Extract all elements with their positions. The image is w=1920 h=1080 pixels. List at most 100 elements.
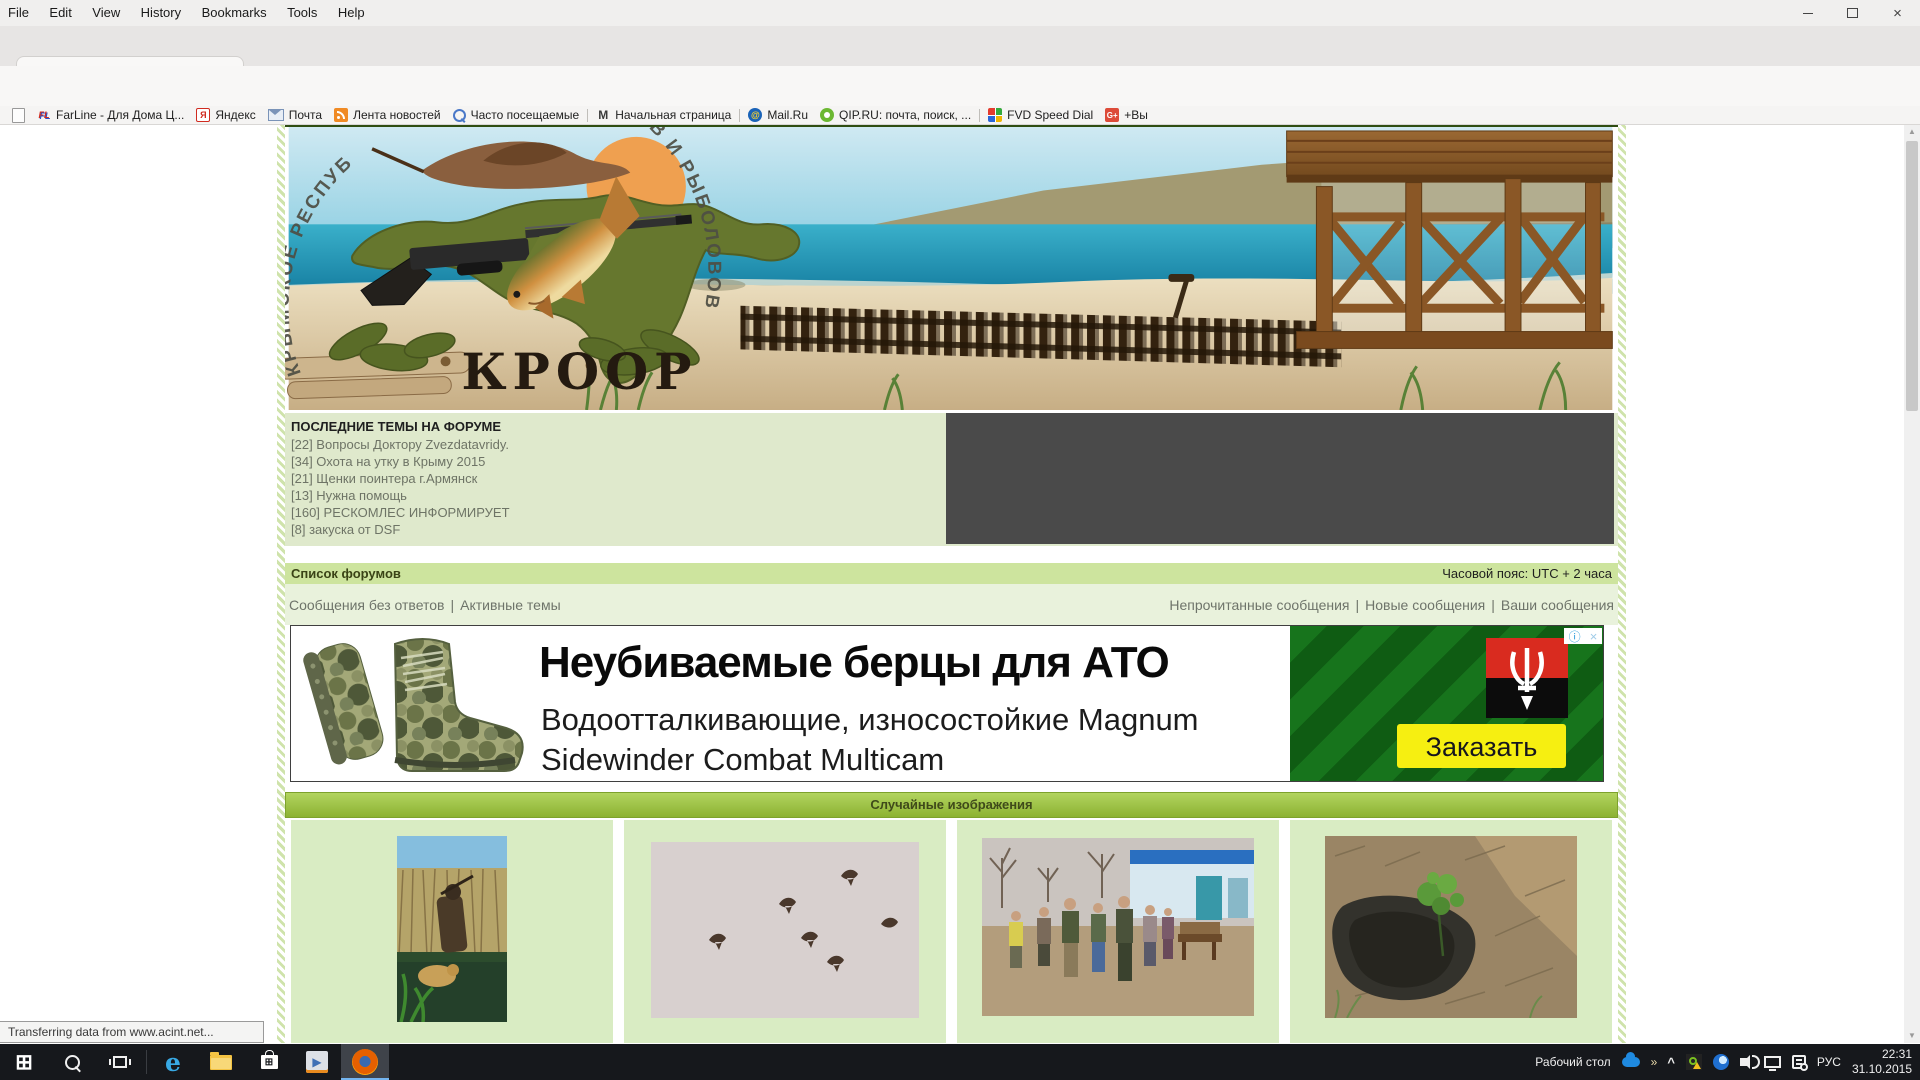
bookmark-item-qip[interactable]: QIP.RU: почта, поиск, ... <box>814 107 977 124</box>
bookmark-item-mailru[interactable]: @Mail.Ru <box>742 107 814 124</box>
taskbar-media-player-button[interactable]: ▶ <box>293 1044 341 1080</box>
restore-button[interactable] <box>1830 0 1875 26</box>
minimize-icon <box>1803 13 1813 14</box>
restore-icon <box>1847 8 1858 18</box>
magnifier-icon <box>453 109 466 122</box>
bookmark-item-most-visited[interactable]: Часто посещаемые <box>447 107 586 124</box>
link-unread[interactable]: Непрочитанные сообщения <box>1169 597 1349 613</box>
adchoices-controls: ⓘ × <box>1564 628 1602 644</box>
bookmark-label: FarLine - Для Дома Ц... <box>56 108 184 122</box>
quick-links-row: Сообщения без ответов | Активные темы Не… <box>285 584 1618 625</box>
bookmark-item-gplus[interactable]: G++Вы <box>1099 107 1154 124</box>
ad-green-panel: Заказать ⓘ × <box>1290 626 1603 781</box>
minimize-button[interactable] <box>1785 0 1830 26</box>
taskbar-search-button[interactable] <box>48 1044 96 1080</box>
scrollbar-thumb[interactable] <box>1906 141 1918 411</box>
link-unanswered[interactable]: Сообщения без ответов <box>289 597 445 613</box>
close-icon: × <box>1893 5 1902 22</box>
bookmark-item-yandex[interactable]: Я Яндекс <box>190 107 261 124</box>
yandex-icon: Я <box>196 108 210 122</box>
volume-icon[interactable] <box>1740 1058 1747 1066</box>
navigation-toolbar: ← www.huntincrimea.com/forum/index.php ▾… <box>0 66 1920 106</box>
network-icon[interactable] <box>1764 1056 1781 1068</box>
show-hidden-icons-button[interactable]: ^ <box>1667 1055 1675 1070</box>
thumbnail-image-flying-birds[interactable] <box>651 842 919 1018</box>
bookmark-item-blank[interactable] <box>6 107 31 124</box>
menu-view[interactable]: View <box>84 0 128 25</box>
menu-tools[interactable]: Tools <box>279 0 325 25</box>
random-image-cell <box>1290 820 1612 1043</box>
notification-icon[interactable] <box>1792 1055 1806 1069</box>
rss-icon <box>334 108 348 122</box>
bookmark-item-home-page[interactable]: MНачальная страница <box>590 107 737 124</box>
ad-banner[interactable]: Неубиваемые берцы для АТО Водоотталкиваю… <box>290 625 1604 782</box>
bookmark-label: Яндекс <box>215 108 255 122</box>
latest-topic-link[interactable]: [13] Нужна помощь <box>291 488 407 503</box>
m-icon: M <box>596 108 610 122</box>
edge-icon: e <box>165 1048 181 1077</box>
right-stripe-border <box>1618 125 1626 1043</box>
nvidia-tray-icon[interactable] <box>1686 1054 1702 1070</box>
taskbar-store-button[interactable]: ⊞ <box>245 1044 293 1080</box>
folder-icon <box>210 1055 232 1070</box>
close-button[interactable]: × <box>1875 0 1920 26</box>
latest-topic-link[interactable]: [34] Охота на утку в Крыму 2015 <box>291 454 485 469</box>
separator <box>979 109 980 122</box>
latest-topic-link[interactable]: [22] Вопросы Доктору Zvezdatavridy. <box>291 437 509 452</box>
thumbnail-image-hunter-marsh[interactable] <box>397 836 507 1022</box>
windows-logo-icon: ⊞ <box>15 1050 33 1075</box>
chevrons-icon[interactable]: » <box>1651 1055 1657 1069</box>
taskbar-clock[interactable]: 22:31 31.10.2015 <box>1852 1047 1912 1077</box>
bookmark-item-mail[interactable]: Почта <box>262 107 328 124</box>
latest-topic-link[interactable]: [160] РЕСКОМЛЕС ИНФОРМИРУЕТ <box>291 505 510 520</box>
menu-file[interactable]: File <box>0 0 37 25</box>
thumbnail-image-burnt-slope[interactable] <box>1325 836 1577 1018</box>
latest-topic-link[interactable]: [21] Щенки поинтера г.Армянск <box>291 471 477 486</box>
link-your-posts[interactable]: Ваши сообщения <box>1501 597 1614 613</box>
desktop-peek-label[interactable]: Рабочий стол <box>1535 1055 1610 1069</box>
qip-icon <box>820 108 834 122</box>
fvd-icon <box>988 108 1002 122</box>
forum-list-link[interactable]: Список форумов <box>291 566 401 581</box>
header-banner-image[interactable]: КРЫМСКОЕ РЕСПУБ ОВ И РЫБОЛОВОВ КРООР <box>285 125 1618 410</box>
clock-time: 22:31 <box>1852 1047 1912 1062</box>
search-icon <box>65 1055 80 1070</box>
taskbar-explorer-button[interactable] <box>197 1044 245 1080</box>
ad-close-icon[interactable]: × <box>1590 629 1598 644</box>
status-bar: Transferring data from www.acint.net... <box>0 1021 264 1043</box>
menu-help[interactable]: Help <box>330 0 373 25</box>
menu-edit[interactable]: Edit <box>41 0 79 25</box>
taskbar-edge-button[interactable]: e <box>149 1044 197 1080</box>
latest-topics-section: ПОСЛЕДНИЕ ТЕМЫ НА ФОРУМЕ [22] Вопросы До… <box>285 413 1618 546</box>
windows-taskbar: ⊞ e ⊞ ▶ Рабочий стол » ^ РУС 22:31 31.10… <box>0 1044 1920 1080</box>
adchoices-info-icon[interactable]: ⓘ <box>1569 628 1581 645</box>
media-player-icon: ▶ <box>306 1051 328 1073</box>
latest-topic-link[interactable]: [8] закуска от DSF <box>291 522 400 537</box>
link-new-posts[interactable]: Новые сообщения <box>1365 597 1485 613</box>
language-indicator[interactable]: РУС <box>1817 1055 1841 1069</box>
tab-bar: Форум Крымских охотни... × + <box>0 26 1920 66</box>
taskbar-firefox-button[interactable] <box>341 1044 389 1080</box>
app-tray-icon[interactable] <box>1713 1054 1729 1070</box>
scroll-up-icon[interactable]: ▲ <box>1904 125 1920 139</box>
onedrive-cloud-icon[interactable] <box>1622 1057 1640 1067</box>
task-view-button[interactable] <box>96 1044 144 1080</box>
random-image-cell <box>291 820 613 1043</box>
store-icon: ⊞ <box>261 1055 278 1069</box>
random-image-cell <box>957 820 1279 1043</box>
bookmark-item-fvd[interactable]: FVD Speed Dial <box>982 107 1099 124</box>
farline-icon: FL <box>37 108 51 122</box>
menu-history[interactable]: History <box>133 0 189 25</box>
bookmark-item-news-feed[interactable]: Лента новостей <box>328 107 447 124</box>
start-button[interactable]: ⊞ <box>0 1044 48 1080</box>
task-view-icon <box>113 1056 127 1068</box>
thumbnail-image-hunters-meeting[interactable] <box>982 838 1254 1016</box>
menu-bookmarks[interactable]: Bookmarks <box>194 0 275 25</box>
random-images-bar: Случайные изображения <box>285 792 1618 818</box>
bookmark-item-farline[interactable]: FL FarLine - Для Дома Ц... <box>31 107 190 124</box>
link-active-topics[interactable]: Активные темы <box>460 597 561 613</box>
separator <box>739 109 740 122</box>
ad-order-button[interactable]: Заказать <box>1397 724 1566 768</box>
scroll-down-icon[interactable]: ▼ <box>1904 1029 1920 1043</box>
banner-art: КРЫМСКОЕ РЕСПУБ ОВ И РЫБОЛОВОВ КРООР <box>285 127 1616 410</box>
